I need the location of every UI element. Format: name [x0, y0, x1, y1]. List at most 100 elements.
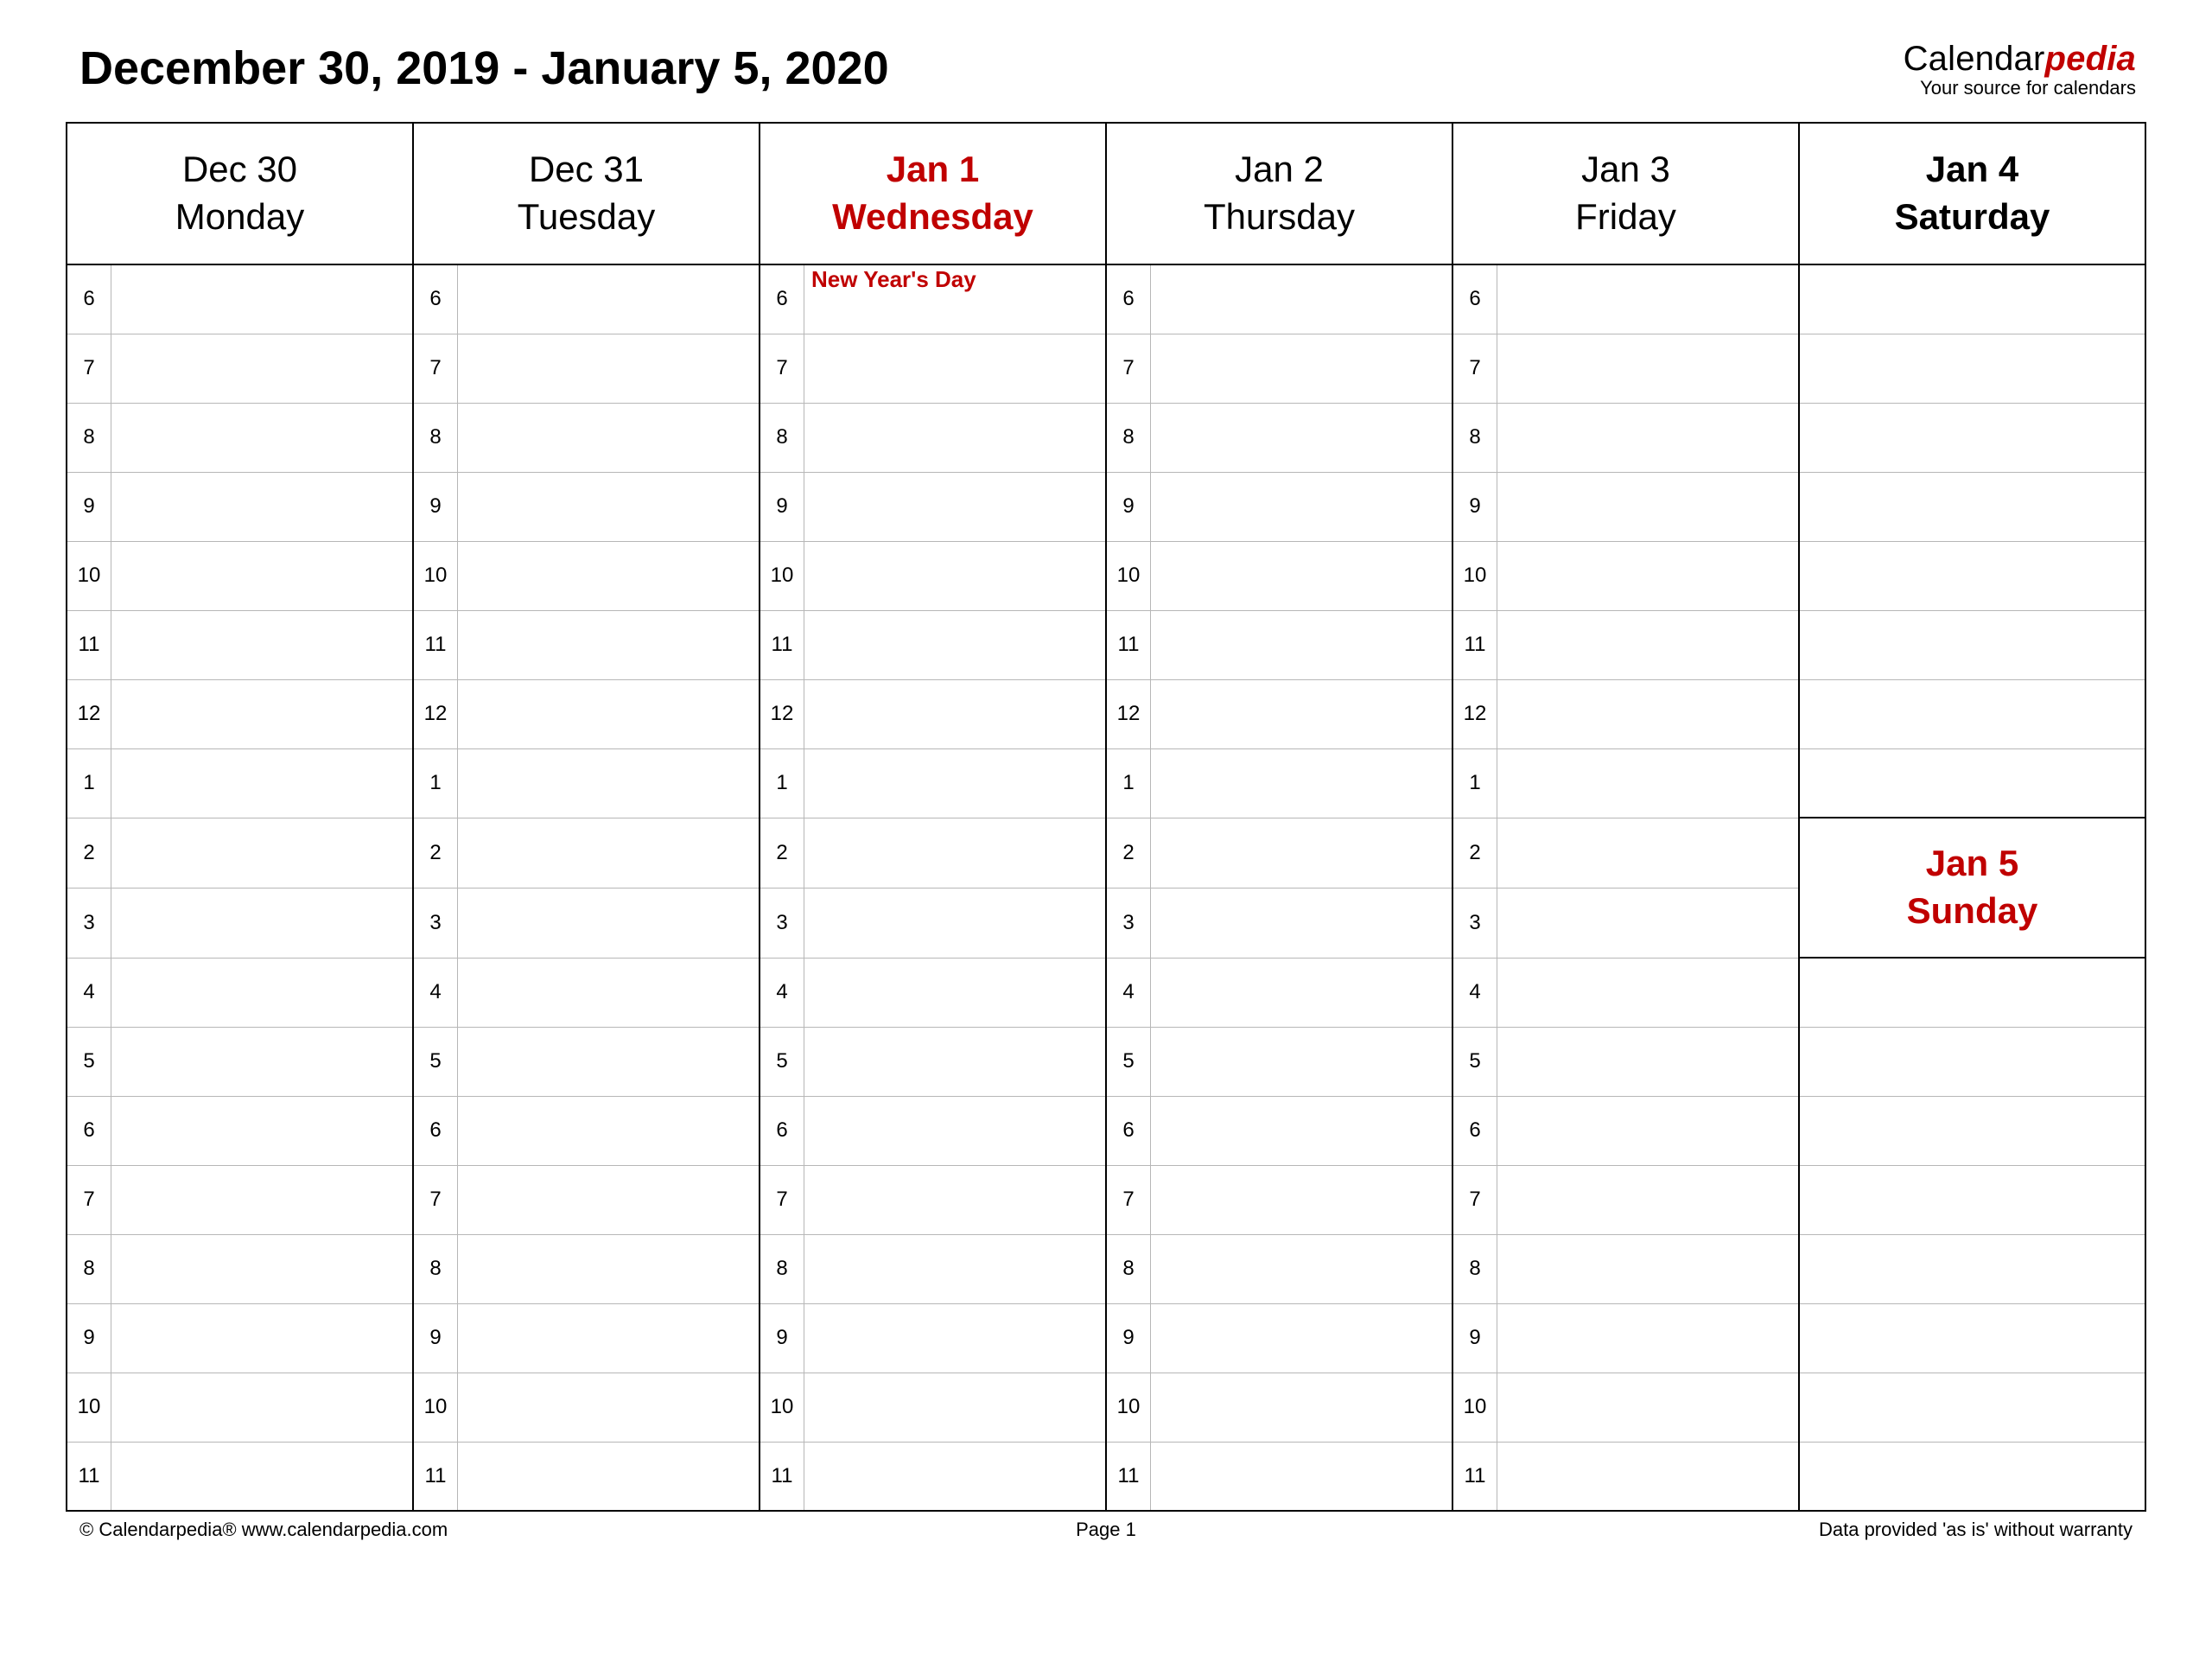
hour-slot: 7 — [413, 1165, 760, 1234]
slot-content — [458, 334, 759, 404]
hour-label: 3 — [1453, 889, 1497, 958]
hour-label: 6 — [1107, 265, 1151, 334]
weekend-slot — [1799, 748, 2145, 818]
hour-label: 8 — [1107, 1235, 1151, 1303]
hour-slot: 7 — [67, 334, 413, 403]
hour-slot: 8 — [413, 403, 760, 472]
slot-content — [458, 1027, 759, 1097]
slot-content — [1497, 748, 1798, 818]
hour-label: 7 — [1453, 334, 1497, 403]
slot-content — [111, 1165, 412, 1235]
slot-content — [1497, 264, 1798, 334]
hour-slot: 10 — [760, 1373, 1106, 1442]
hour-slot: 7 — [413, 334, 760, 403]
hour-row: 77777 — [67, 334, 2145, 403]
slot-content — [804, 1303, 1105, 1373]
slot-content — [111, 748, 412, 818]
hour-slot: 4 — [413, 958, 760, 1027]
slot-content — [111, 679, 412, 749]
hour-slot: 8 — [1106, 1234, 1452, 1303]
slot-content — [111, 610, 412, 680]
hour-label: 8 — [67, 1235, 111, 1303]
slot-content — [804, 1165, 1105, 1235]
slot-content — [1151, 748, 1452, 818]
slot-content — [458, 888, 759, 959]
hour-slot: 1 — [1452, 748, 1799, 818]
weekend-slot — [1799, 610, 2145, 679]
hour-slot: 2 — [1106, 818, 1452, 888]
hour-label: 11 — [67, 611, 111, 679]
weekend-slot — [1799, 1373, 2145, 1442]
day-date: Jan 3 — [1581, 149, 1670, 189]
hour-slot: 11 — [67, 610, 413, 679]
hour-row: 666New Year's Day66 — [67, 264, 2145, 334]
hour-slot: 6 — [760, 1096, 1106, 1165]
hour-slot: 7 — [1452, 1165, 1799, 1234]
hour-label: 10 — [414, 542, 458, 610]
hour-label: 1 — [1107, 749, 1151, 818]
slot-content — [458, 1096, 759, 1166]
slot-content — [804, 1027, 1105, 1097]
hour-label: 7 — [1107, 1166, 1151, 1234]
hour-slot: 8 — [67, 403, 413, 472]
hour-slot: 11 — [760, 1442, 1106, 1511]
hour-label: 5 — [414, 1028, 458, 1096]
hour-label: 4 — [1453, 959, 1497, 1027]
hour-slot: 9 — [413, 472, 760, 541]
hour-slot: 1 — [1106, 748, 1452, 818]
hour-slot: 3 — [760, 888, 1106, 958]
hour-label: 4 — [414, 959, 458, 1027]
hour-slot: 8 — [1106, 403, 1452, 472]
hour-slot: 2 — [413, 818, 760, 888]
hour-slot: 11 — [413, 1442, 760, 1511]
slot-content — [458, 472, 759, 542]
slot-content — [804, 541, 1105, 611]
hour-label: 7 — [760, 334, 804, 403]
holiday-event: New Year's Day — [811, 266, 976, 293]
slot-content — [1151, 1442, 1452, 1512]
slot-content — [1151, 818, 1452, 889]
hour-label: 6 — [760, 265, 804, 334]
hour-slot: 9 — [413, 1303, 760, 1373]
hour-slot: 1 — [413, 748, 760, 818]
slot-content — [1497, 610, 1798, 680]
hour-label: 6 — [1107, 1097, 1151, 1165]
weekend-slot — [1799, 1027, 2145, 1096]
hour-label: 8 — [760, 1235, 804, 1303]
hour-label: 4 — [760, 959, 804, 1027]
hour-label: 2 — [1453, 818, 1497, 888]
hour-label: 10 — [1107, 542, 1151, 610]
hour-row: 88888 — [67, 1234, 2145, 1303]
slot-content — [1151, 334, 1452, 404]
hour-row: 1111111111 — [67, 610, 2145, 679]
hour-label: 2 — [1107, 818, 1151, 888]
slot-content — [458, 1442, 759, 1512]
hour-slot: 3 — [1452, 888, 1799, 958]
day-head-thu: Jan 2 Thursday — [1106, 123, 1452, 264]
hour-slot: 11 — [760, 610, 1106, 679]
slot-content — [111, 1303, 412, 1373]
slot-content — [111, 1442, 412, 1512]
hour-label: 10 — [67, 1373, 111, 1442]
slot-content — [111, 888, 412, 959]
hour-slot: 3 — [67, 888, 413, 958]
slot-content — [1497, 541, 1798, 611]
slot-content — [804, 1096, 1105, 1166]
hour-label: 7 — [414, 1166, 458, 1234]
slot-content — [1497, 1234, 1798, 1304]
hour-label: 11 — [1453, 1443, 1497, 1511]
hour-label: 6 — [760, 1097, 804, 1165]
weekend-slot — [1799, 334, 2145, 403]
hour-slot: 6 — [413, 264, 760, 334]
hour-row: 1010101010 — [67, 1373, 2145, 1442]
slot-content — [111, 403, 412, 473]
hour-slot: 12 — [1452, 679, 1799, 748]
hour-label: 11 — [1453, 611, 1497, 679]
hour-label: 12 — [1107, 680, 1151, 748]
hour-slot: 8 — [760, 1234, 1106, 1303]
hour-label: 11 — [67, 1443, 111, 1511]
hour-row: 99999 — [67, 1303, 2145, 1373]
hour-label: 7 — [760, 1166, 804, 1234]
hour-row: 1212121212 — [67, 679, 2145, 748]
hour-label: 9 — [1453, 1304, 1497, 1373]
